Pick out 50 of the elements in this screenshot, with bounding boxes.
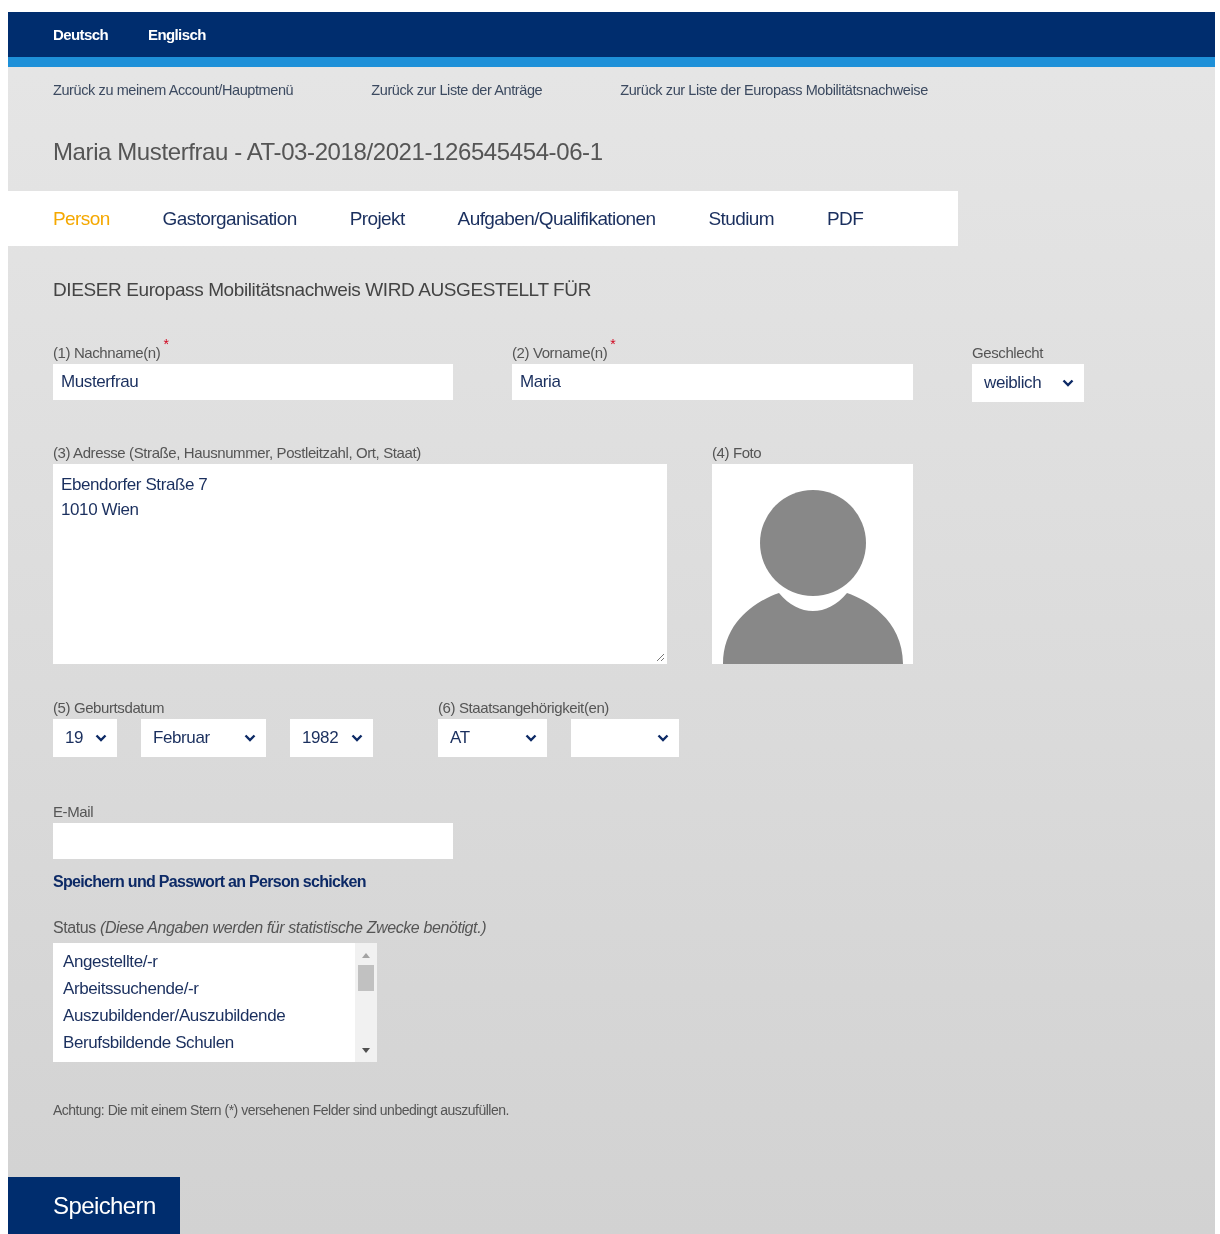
send-password-link[interactable]: Speichern und Passwort an Person schicken <box>53 873 366 891</box>
listbox-option[interactable]: Arbeitssuchende/-r <box>63 975 345 1002</box>
dropdown[interactable]: 1982 <box>290 719 373 757</box>
dropdown[interactable]: AT <box>438 719 547 757</box>
chevron-down-icon <box>351 734 363 742</box>
chevron-down-icon <box>95 734 107 742</box>
back-link[interactable]: Zurück zur Liste der Europass Mobilitätsnachweise <box>620 82 928 113</box>
chevron-down-icon <box>1062 379 1074 387</box>
status-listbox[interactable]: Angestellte/-r Arbeitssuchende/-r Auszubildender/Auszubildende Berufsbildende Schulen <box>53 943 377 1062</box>
text-field[interactable]: Musterfrau <box>53 364 453 400</box>
tab[interactable]: Gastorganisation <box>162 207 297 230</box>
back-link[interactable]: Zurück zur Liste der Anträge <box>371 82 543 113</box>
dropdown[interactable]: weiblich <box>972 364 1084 402</box>
chevron-down-icon <box>244 734 256 742</box>
chevron-down-icon <box>657 734 669 742</box>
field-label: (2) Vorname(n) <box>512 344 608 361</box>
address-textarea[interactable]: Ebendorfer Straße 7 1010 Wien <box>53 464 667 664</box>
text-field[interactable]: Maria <box>512 364 913 400</box>
chevron-down-icon <box>525 734 537 742</box>
language-link[interactable]: Englisch <box>148 26 206 43</box>
field-label: Geschlecht <box>972 344 1044 361</box>
dropdown[interactable]: Februar <box>141 719 266 757</box>
field-label: (5) Geburtsdatum <box>53 699 165 716</box>
resize-grip-icon[interactable] <box>656 653 665 662</box>
field-label: (1) Nachname(n) <box>53 344 161 361</box>
listbox-option[interactable]: Auszubildender/Auszubildende <box>63 1002 345 1029</box>
photo-placeholder[interactable] <box>712 464 913 664</box>
tab[interactable]: PDF <box>827 207 864 230</box>
field-label: (6) Staatsangehörigkeit(en) <box>438 699 609 716</box>
back-link[interactable]: Zurück zu meinem Account/Hauptmenü <box>53 82 294 113</box>
section-title: DIESER Europass Mobilitätsnachweis WIRD AUSGESTELLT FÜR <box>53 279 592 302</box>
email-field[interactable] <box>53 823 453 859</box>
dropdown[interactable] <box>571 719 679 757</box>
listbox-option[interactable]: Angestellte/-r <box>63 948 345 975</box>
tab[interactable]: Studium <box>708 207 775 230</box>
tab[interactable]: Aufgaben/Qualifikationen <box>457 207 656 230</box>
tab[interactable]: Projekt <box>349 207 405 230</box>
field-label: E-Mail <box>53 803 94 820</box>
field-label: (4) Foto <box>712 444 762 461</box>
language-link[interactable]: Deutsch <box>53 26 108 43</box>
status-label: Status (Diese Angaben werden für statistische Zwecke benötigt.) <box>53 919 488 937</box>
listbox-option[interactable]: Berufsbildende Schulen <box>63 1029 345 1056</box>
required-mark: * <box>163 336 169 352</box>
person-silhouette-icon <box>722 489 903 664</box>
required-note: Achtung: Die mit einem Stern (*) versehenen Felder sind unbedingt auszufüllen. <box>53 1102 510 1118</box>
save-button[interactable]: Speichern <box>8 1177 180 1234</box>
dropdown[interactable]: 19 <box>53 719 117 757</box>
required-mark: * <box>610 336 616 352</box>
field-label: (3) Adresse (Straße, Hausnummer, Postleitzahl, Ort, Staat) <box>53 444 421 461</box>
page-heading: Maria Musterfrau - AT-03-2018/2021-126545454-06-1 <box>52 137 604 167</box>
